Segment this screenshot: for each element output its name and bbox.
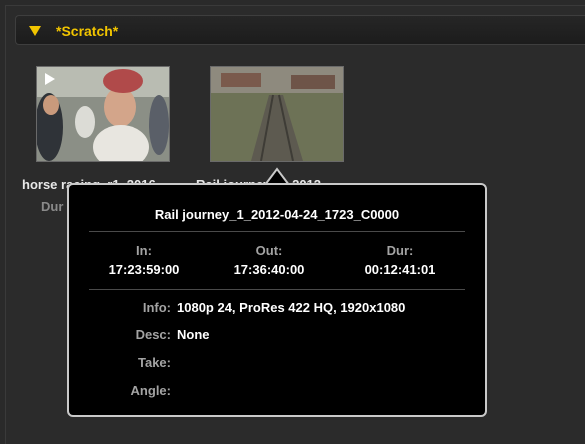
angle-label: Angle: [130,383,171,398]
clip-thumbnail-horse-racing[interactable] [36,66,170,162]
play-icon [45,73,55,85]
duration-timecode: Dur: 00:12:41:01 [345,243,455,277]
desc-label: Desc: [135,327,171,342]
out-label: Out: [255,243,283,258]
desc-value: None [177,327,210,342]
popup-clip-title: Rail journey_1_2012-04-24_1723_C0000 [154,207,400,222]
info-label: Info: [142,300,171,315]
clip-info-popup: Rail journey_1_2012-04-24_1723_C0000 In:… [67,183,487,417]
clip-thumbnail-rail-journey[interactable] [210,66,344,162]
in-timecode: In: 17:23:59:00 [89,243,199,277]
out-timecode: Out: 17:36:40:00 [214,243,324,277]
dur-value: 00:12:41:01 [364,262,436,277]
dur-label: Dur: [386,243,414,258]
popup-divider [89,289,465,290]
clip-duration-label: Dur [41,199,64,214]
in-value: 17:23:59:00 [108,262,180,277]
out-value: 17:36:40:00 [233,262,305,277]
bin-title: *Scratch* [56,23,119,39]
popup-divider [89,231,465,232]
bin-header[interactable]: *Scratch* [15,15,585,45]
take-label: Take: [138,355,171,370]
in-label: In: [136,243,152,258]
disclosure-triangle-icon[interactable] [29,26,41,36]
info-value: 1080p 24, ProRes 422 HQ, 1920x1080 [177,300,406,315]
